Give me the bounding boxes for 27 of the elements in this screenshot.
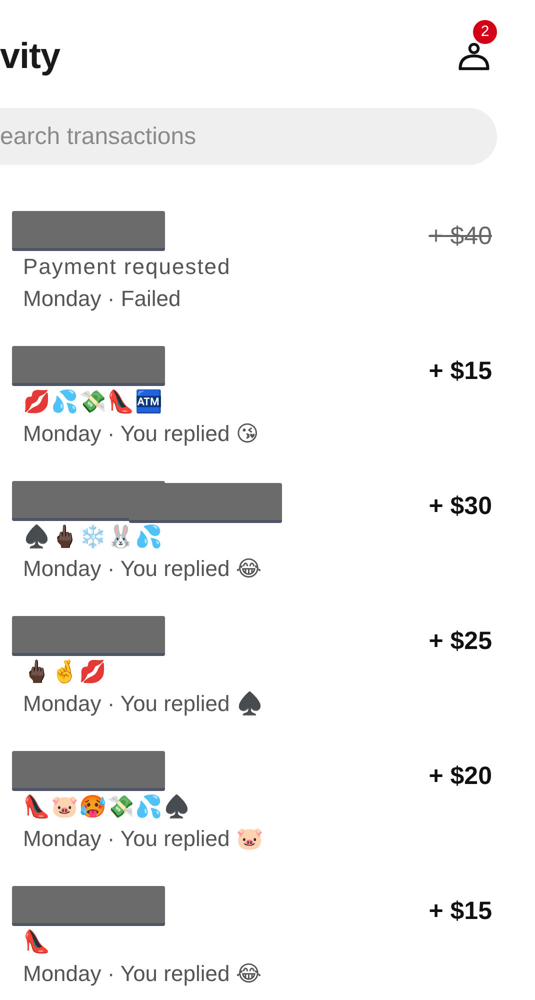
transaction-row[interactable]: 🖕🏿🤞💋 Monday · You replied ♠ + $25 — [0, 602, 535, 737]
transaction-note: ♠🖕🏿❄🐰💦 — [22, 523, 164, 551]
search-field[interactable]: earch transactions — [0, 108, 497, 165]
transaction-amount: + $15 — [428, 356, 492, 387]
transaction-amount: + $30 — [428, 491, 492, 522]
transaction-note: Payment requested — [22, 253, 231, 281]
transaction-row[interactable]: Payment requested Monday · Failed + $40 — [0, 197, 535, 332]
transaction-row[interactable]: 💋💦💸👠🏧 Monday · You replied 😘 + $15 — [0, 332, 535, 467]
transaction-meta: Monday · You replied 😘 — [22, 420, 259, 448]
transaction-amount: + $15 — [428, 896, 492, 927]
transaction-meta: Monday · You replied 😂 — [22, 960, 262, 988]
notification-badge: 2 — [473, 20, 497, 44]
page-title: vity — [0, 36, 60, 76]
transaction-meta: Monday · You replied 😂 — [22, 555, 263, 583]
transaction-row[interactable]: ♠🖕🏿❄🐰💦 Monday · You replied 😂 + $30 — [0, 467, 535, 602]
transaction-note: 👠 — [22, 928, 52, 956]
transaction-amount: + $40 — [428, 221, 492, 252]
transaction-note: 🖕🏿🤞💋 — [22, 658, 108, 686]
transaction-amount: + $20 — [428, 761, 492, 792]
transaction-note: 💋💦💸👠🏧 — [22, 388, 164, 416]
transaction-meta: Monday · Failed — [22, 285, 182, 313]
transaction-row[interactable]: 👠 Monday · You replied 😂 + $15 — [0, 872, 535, 1000]
transaction-row[interactable]: 👠🐷🥵💸💦♠ Monday · You replied 🐷 + $20 — [0, 737, 535, 872]
transaction-meta: Monday · You replied ♠ — [22, 690, 263, 718]
transaction-amount: + $25 — [428, 626, 492, 657]
transaction-meta: Monday · You replied 🐷 — [22, 825, 263, 853]
transaction-note: 👠🐷🥵💸💦♠ — [22, 793, 192, 821]
